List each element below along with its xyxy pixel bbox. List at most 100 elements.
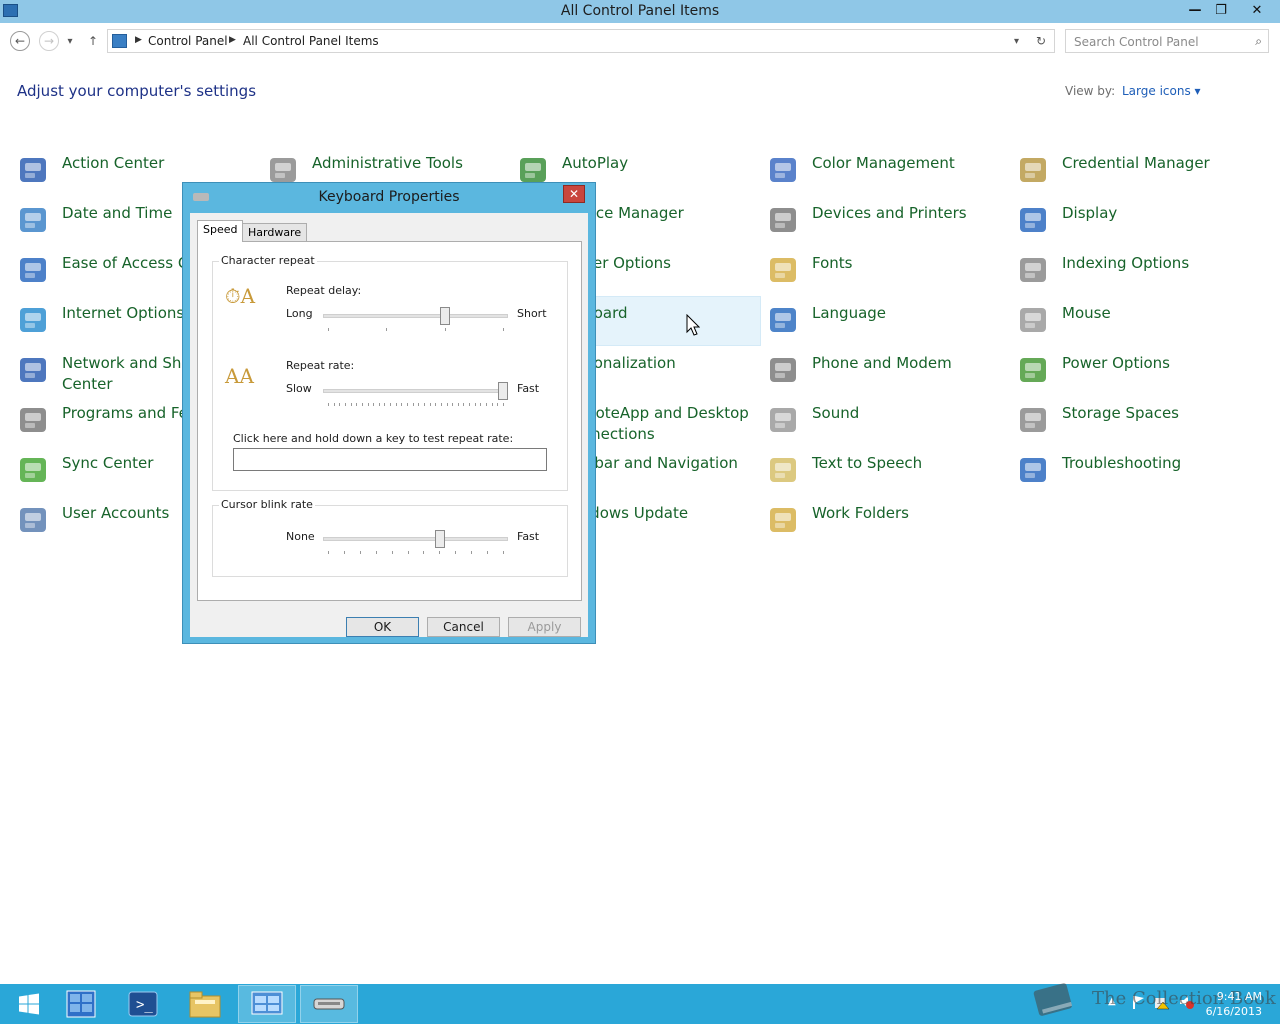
breadcrumb-separator[interactable]: ▶ <box>135 35 142 45</box>
programs-icon <box>17 404 51 438</box>
slider-tick <box>345 403 346 406</box>
control-panel-item[interactable]: Power Options <box>1017 347 1262 393</box>
cursor-blink-ticks <box>323 551 508 555</box>
control-panel-item[interactable]: Devices and Printers <box>767 197 1012 243</box>
breadcrumb-control-panel[interactable]: Control Panel <box>148 34 228 48</box>
printer-icon <box>767 204 801 238</box>
navigation-bar: ← → ▾ ↑ ▶ Control Panel ▶ All Control Pa… <box>0 23 1280 59</box>
control-panel-item-label: Storage Spaces <box>1062 404 1179 422</box>
control-panel-item[interactable]: Fonts <box>767 247 1012 293</box>
speech-icon <box>767 454 801 488</box>
back-button[interactable]: ← <box>10 31 30 51</box>
slider-tick <box>492 403 493 406</box>
restore-button[interactable]: ❐ <box>1208 0 1234 21</box>
search-placeholder: Search Control Panel <box>1074 35 1199 49</box>
taskbar-server-manager[interactable] <box>52 985 110 1023</box>
taskbar-control-panel[interactable] <box>238 985 296 1023</box>
control-panel-item[interactable]: Color Management <box>767 147 1012 193</box>
slider-tick <box>328 403 329 406</box>
taskbar-file-explorer[interactable] <box>176 985 234 1023</box>
clock[interactable]: 9:41 AM 6/16/2013 <box>1206 989 1262 1019</box>
cursor-blink-slider[interactable] <box>435 530 445 548</box>
tab-speed[interactable]: Speed <box>197 220 244 242</box>
minimize-button[interactable]: — <box>1182 0 1208 21</box>
page-heading: Adjust your computer's settings <box>17 82 257 100</box>
sync-icon <box>17 454 51 488</box>
slider-tick <box>486 403 487 406</box>
taskbar-keyboard-properties[interactable] <box>300 985 358 1023</box>
windows-logo-icon <box>19 993 39 1015</box>
window-titlebar[interactable]: All Control Panel Items — ❐ ✕ <box>0 0 1280 23</box>
refresh-button[interactable]: ↻ <box>1036 34 1046 48</box>
start-button[interactable] <box>0 985 58 1023</box>
control-panel-item[interactable]: Work Folders <box>767 497 1012 543</box>
repeat-delay-slider[interactable] <box>440 307 451 325</box>
control-panel-item-label: Credential Manager <box>1062 154 1210 172</box>
phone-icon <box>767 354 801 388</box>
address-dropdown[interactable]: ▾ <box>1014 36 1019 47</box>
control-panel-item[interactable]: Indexing Options <box>1017 247 1262 293</box>
control-panel-item-label: Language <box>812 304 887 322</box>
slider-tick <box>441 403 442 406</box>
slider-tick <box>334 403 335 406</box>
view-by-dropdown[interactable]: Large icons ▾ <box>1122 84 1201 98</box>
breadcrumb-all-items[interactable]: All Control Panel Items <box>243 34 379 48</box>
slider-tick <box>328 328 329 331</box>
control-panel-item[interactable]: Credential Manager <box>1017 147 1262 193</box>
repeat-rate-slider[interactable] <box>498 382 508 400</box>
dialog-close-button[interactable]: ✕ <box>563 185 585 203</box>
up-button[interactable]: ↑ <box>85 31 101 51</box>
control-panel-item-label: Indexing Options <box>1062 254 1190 272</box>
control-panel-item[interactable]: Storage Spaces <box>1017 397 1262 443</box>
breadcrumb-separator[interactable]: ▶ <box>229 35 236 45</box>
slider-tick <box>396 403 397 406</box>
control-panel-item-label: Mouse <box>1062 304 1111 322</box>
control-panel-item[interactable]: Phone and Modem <box>767 347 1012 393</box>
cancel-button[interactable]: Cancel <box>427 617 500 637</box>
mouse-icon <box>1017 304 1051 338</box>
language-icon <box>767 304 801 338</box>
globe-icon <box>17 304 51 338</box>
folder-icon <box>189 991 221 1018</box>
taskbar-powershell[interactable]: >_ <box>114 985 172 1023</box>
slider-tick <box>373 403 374 406</box>
speaker-icon <box>767 404 801 438</box>
cursor-blink-group: Cursor blink rate None Fast <box>212 498 568 577</box>
slider-tick <box>339 403 340 406</box>
battery-icon <box>1017 354 1051 388</box>
control-panel-icon <box>251 991 283 1015</box>
apply-button[interactable]: Apply <box>508 617 581 637</box>
slider-tick <box>401 403 402 406</box>
control-panel-item[interactable]: Sound <box>767 397 1012 443</box>
slider-tick <box>435 403 436 406</box>
slider-tick <box>344 551 345 554</box>
control-panel-item[interactable]: Mouse <box>1017 297 1262 343</box>
slider-tick <box>469 403 470 406</box>
control-panel-item[interactable]: Language <box>767 297 1012 343</box>
slider-tick <box>386 328 387 331</box>
control-panel-item-label: Color Management <box>812 154 955 172</box>
slider-tick <box>360 551 361 554</box>
keyboard-properties-dialog: Keyboard Properties ✕ Speed Hardware Cha… <box>182 182 596 644</box>
control-panel-item-label: Fonts <box>812 254 853 272</box>
powershell-icon: >_ <box>128 991 158 1017</box>
test-repeat-input[interactable] <box>233 448 547 471</box>
recent-locations-dropdown[interactable]: ▾ <box>62 31 78 51</box>
watermark-book-icon <box>1030 976 1080 1024</box>
clock-date: 6/16/2013 <box>1205 1005 1262 1018</box>
control-panel-item[interactable]: Text to Speech <box>767 447 1012 493</box>
address-bar[interactable]: ▶ Control Panel ▶ All Control Panel Item… <box>107 29 1055 53</box>
search-icon[interactable]: ⌕ <box>1255 34 1262 49</box>
fonts-icon <box>767 254 801 288</box>
slider-tick <box>463 403 464 406</box>
tab-hardware[interactable]: Hardware <box>242 223 308 241</box>
search-input[interactable]: Search Control Panel ⌕ <box>1065 29 1269 53</box>
control-panel-item[interactable]: Display <box>1017 197 1262 243</box>
server-manager-icon <box>66 990 96 1018</box>
forward-button[interactable]: → <box>39 31 59 51</box>
flag-icon <box>17 154 51 188</box>
control-panel-item-label: Text to Speech <box>812 454 923 472</box>
ok-button[interactable]: OK <box>346 617 419 637</box>
control-panel-item[interactable]: Troubleshooting <box>1017 447 1262 493</box>
close-button[interactable]: ✕ <box>1234 0 1280 21</box>
